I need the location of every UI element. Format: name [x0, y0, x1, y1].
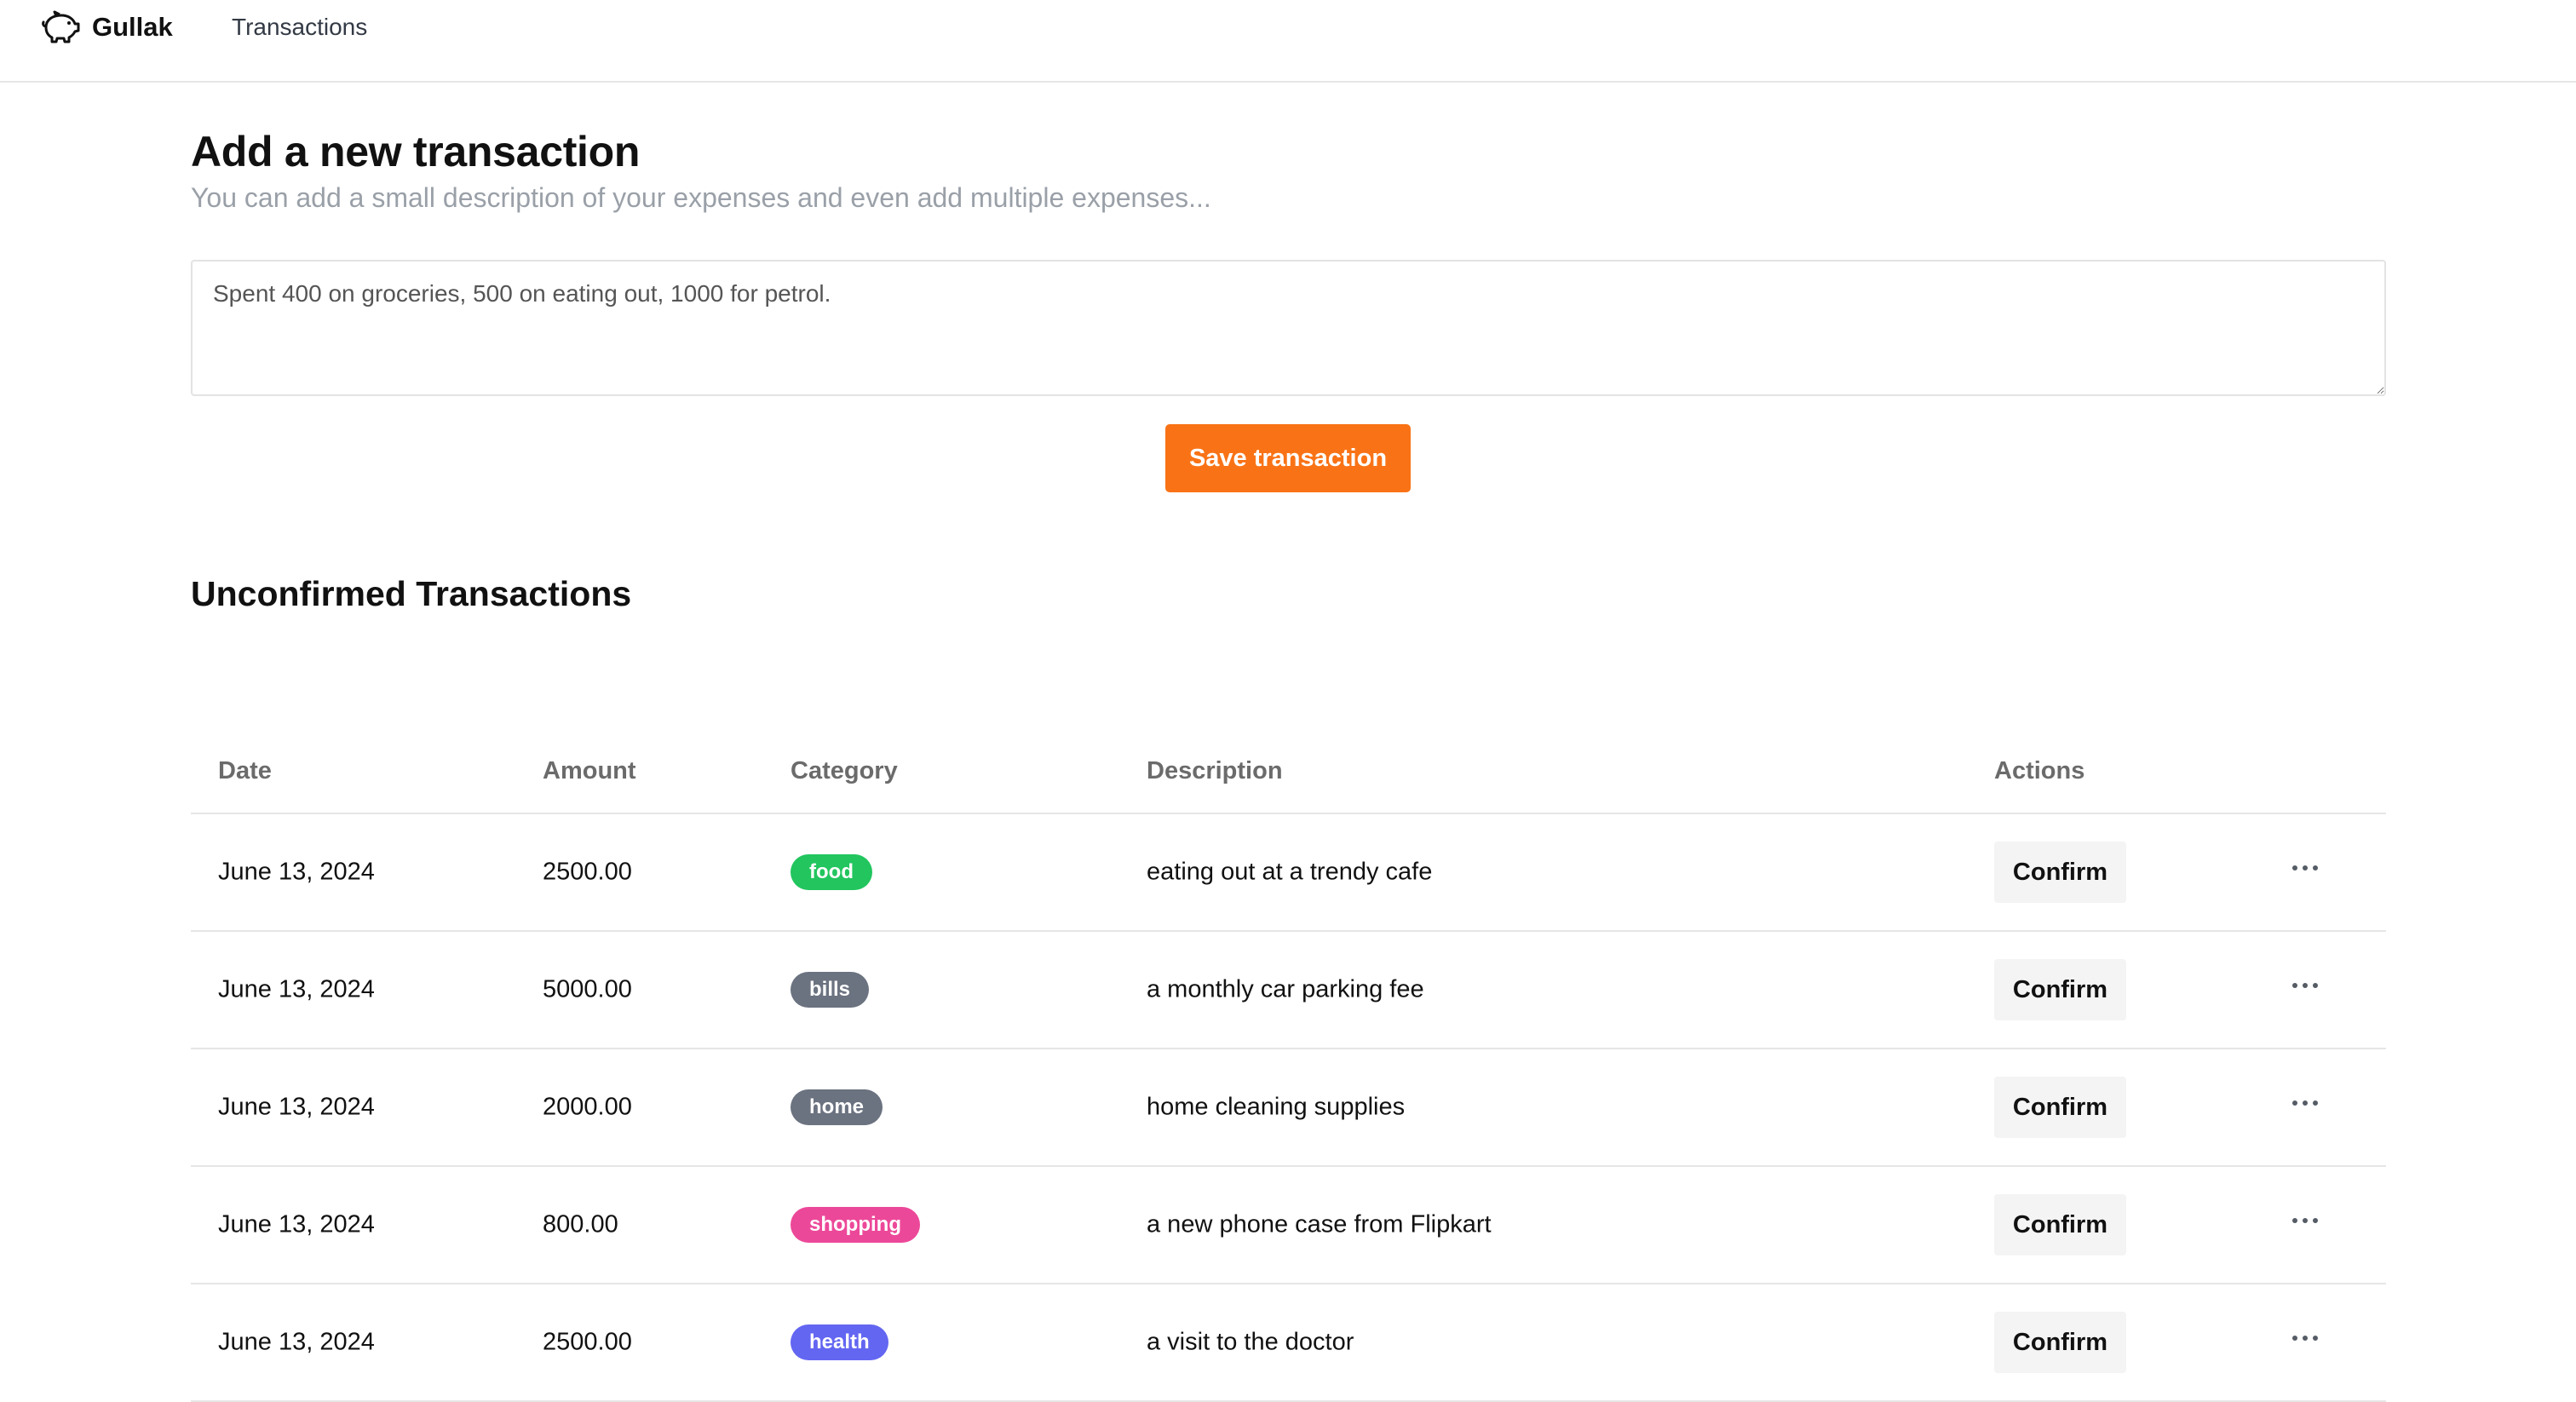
piggy-bank-icon — [42, 10, 80, 43]
page-title: Add a new transaction — [191, 128, 641, 175]
amount-cell: 5000.00 — [543, 975, 632, 1003]
amount-cell: 800.00 — [543, 1210, 618, 1238]
category-badge: health — [791, 1324, 888, 1360]
table-row: June 13, 2024 800.00 shopping a new phon… — [191, 1167, 2386, 1284]
actions-cell: Confirm — [1994, 959, 2126, 1020]
confirm-button[interactable]: Confirm — [1994, 1194, 2126, 1255]
confirm-button[interactable]: Confirm — [1994, 959, 2126, 1020]
category-badge: bills — [791, 972, 870, 1008]
date-cell: June 13, 2024 — [218, 858, 375, 886]
page-subtitle: You can add a small description of your … — [191, 182, 1211, 213]
column-header-date: Date — [218, 757, 272, 784]
top-navbar: Gullak Transactions — [0, 0, 2576, 83]
description-cell: home cleaning supplies — [1147, 1093, 1406, 1121]
more-cell — [2280, 1330, 2331, 1355]
amount-cell: 2500.00 — [543, 1328, 632, 1356]
confirm-button[interactable]: Confirm — [1994, 1077, 2126, 1138]
more-horizontal-icon[interactable] — [2280, 968, 2331, 1003]
description-cell: a monthly car parking fee — [1147, 975, 1424, 1003]
brand-name: Gullak — [92, 12, 173, 42]
unconfirmed-transactions-table: Date Amount Category Description Actions… — [191, 689, 2386, 1402]
more-horizontal-icon[interactable] — [2280, 1321, 2331, 1355]
unconfirmed-transactions-title: Unconfirmed Transactions — [191, 574, 632, 613]
category-cell: health — [791, 1324, 888, 1360]
more-cell — [2280, 977, 2331, 1003]
column-header-amount: Amount — [543, 757, 636, 784]
description-cell: eating out at a trendy cafe — [1147, 858, 1433, 886]
date-cell: June 13, 2024 — [218, 1328, 375, 1356]
category-cell: shopping — [791, 1207, 920, 1243]
category-cell: bills — [791, 972, 870, 1008]
amount-cell: 2500.00 — [543, 858, 632, 886]
table-row: June 13, 2024 2500.00 food eating out at… — [191, 814, 2386, 932]
brand[interactable]: Gullak — [41, 10, 173, 44]
more-horizontal-icon[interactable] — [2280, 851, 2331, 885]
save-transaction-button[interactable]: Save transaction — [1165, 424, 1411, 492]
date-cell: June 13, 2024 — [218, 1210, 375, 1238]
date-cell: June 13, 2024 — [218, 975, 375, 1003]
table-row: June 13, 2024 5000.00 bills a monthly ca… — [191, 932, 2386, 1049]
category-badge: shopping — [791, 1207, 920, 1243]
confirm-button[interactable]: Confirm — [1994, 1312, 2126, 1373]
description-cell: a new phone case from Flipkart — [1147, 1210, 1492, 1238]
more-horizontal-icon[interactable] — [2280, 1086, 2331, 1120]
transaction-description-input[interactable] — [191, 260, 2386, 396]
table-row: June 13, 2024 2500.00 health a visit to … — [191, 1284, 2386, 1402]
amount-cell: 2000.00 — [543, 1093, 632, 1121]
table-header: Date Amount Category Description Actions — [191, 689, 2386, 814]
column-header-description: Description — [1147, 757, 1283, 784]
table-row: June 13, 2024 2000.00 home home cleaning… — [191, 1049, 2386, 1167]
more-cell — [2280, 1212, 2331, 1238]
category-badge: food — [791, 854, 872, 890]
more-cell — [2280, 859, 2331, 885]
category-cell: food — [791, 854, 872, 890]
column-header-category: Category — [791, 757, 898, 784]
column-header-actions: Actions — [1994, 757, 2085, 784]
confirm-button[interactable]: Confirm — [1994, 842, 2126, 903]
more-horizontal-icon[interactable] — [2280, 1204, 2331, 1238]
nav-link-transactions[interactable]: Transactions — [232, 14, 367, 41]
actions-cell: Confirm — [1994, 842, 2126, 903]
category-badge: home — [791, 1089, 883, 1125]
date-cell: June 13, 2024 — [218, 1093, 375, 1121]
actions-cell: Confirm — [1994, 1077, 2126, 1138]
description-cell: a visit to the doctor — [1147, 1328, 1354, 1356]
actions-cell: Confirm — [1994, 1312, 2126, 1373]
category-cell: home — [791, 1089, 883, 1125]
actions-cell: Confirm — [1994, 1194, 2126, 1255]
more-cell — [2280, 1095, 2331, 1120]
